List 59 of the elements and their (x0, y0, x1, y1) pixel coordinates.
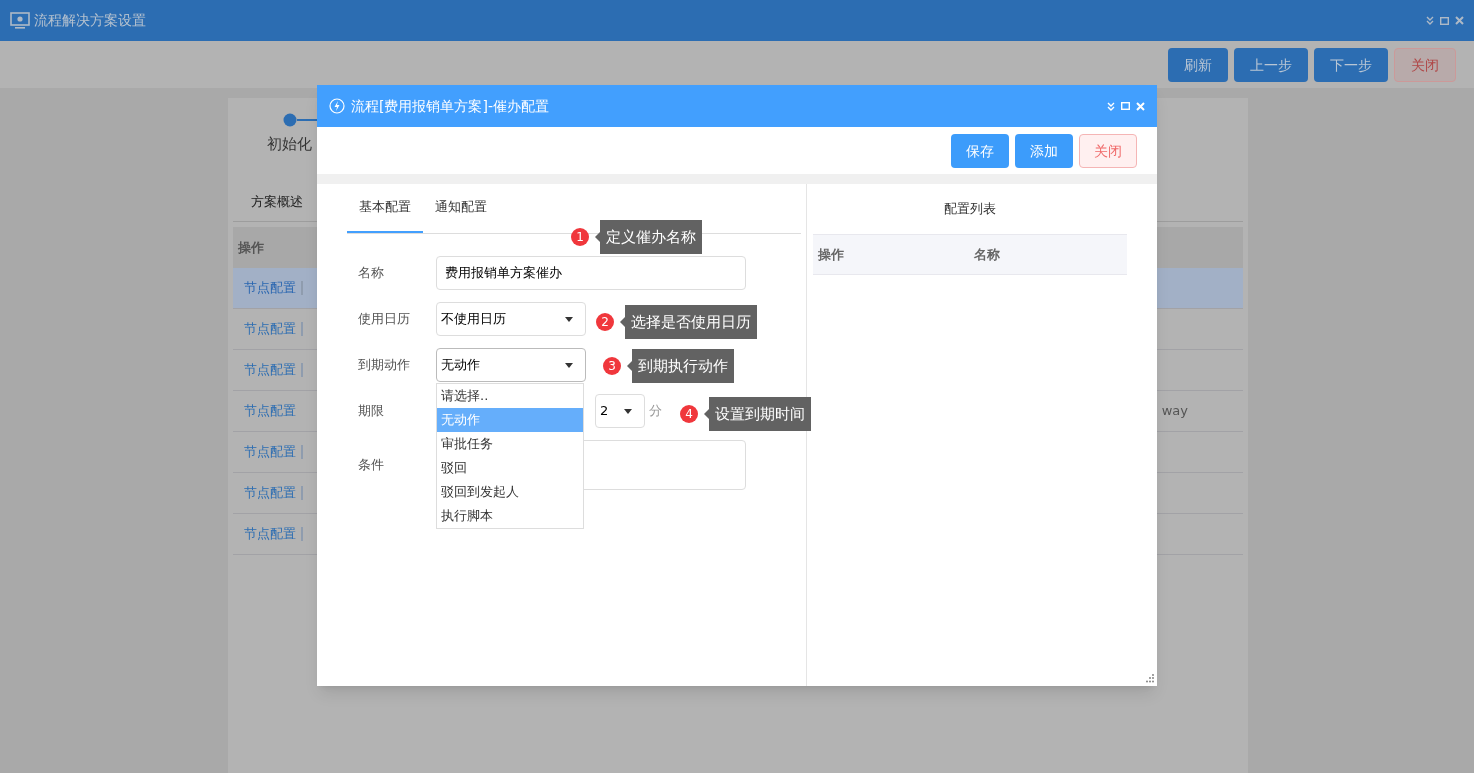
node-config-link[interactable]: 节点配置 (244, 483, 296, 503)
dropdown-option[interactable]: 请选择.. (437, 384, 583, 408)
node-config-link[interactable]: 节点配置 (244, 319, 296, 339)
step-connector (297, 119, 317, 121)
node-config-link[interactable]: 节点配置 (244, 524, 296, 544)
toolbar-button[interactable]: 下一步 (1314, 47, 1388, 82)
tooltip: 定义催办名称 (595, 220, 702, 254)
lightning-icon (329, 98, 345, 114)
dropdown-option[interactable]: 执行脚本 (437, 504, 583, 528)
tooltip: 到期执行动作 (627, 349, 734, 383)
column-header: 操作 (817, 245, 845, 264)
toolbar-button[interactable]: 关闭 (1394, 47, 1456, 82)
caret-icon (565, 362, 573, 368)
window-title: 流程解决方案设置 (34, 11, 146, 30)
step-number-badge: 4 (680, 405, 698, 423)
field-label: 条件 (357, 456, 385, 475)
node-config-link[interactable]: 节点配置 (244, 360, 296, 380)
step-number-badge: 2 (596, 313, 614, 331)
toolbar-button[interactable]: 刷新 (1168, 47, 1228, 82)
tab[interactable]: 基本配置 (347, 183, 423, 233)
close-icon[interactable] (1455, 16, 1464, 25)
select-field[interactable]: 无动作 (436, 348, 586, 382)
dropdown-option[interactable]: 驳回 (437, 456, 583, 480)
step-label: 初始化 (267, 134, 312, 155)
resize-grip-icon[interactable] (1145, 674, 1154, 683)
toolbar-button[interactable]: 上一步 (1234, 47, 1308, 82)
step-number-badge: 1 (571, 228, 589, 246)
node-config-link[interactable]: 节点配置 (244, 442, 296, 462)
name-field[interactable]: 费用报销单方案催办 (436, 256, 746, 290)
caret-icon (565, 316, 573, 322)
column-header: 名称 (974, 245, 1000, 264)
dropdown-option[interactable]: 驳回到发起人 (437, 480, 583, 504)
unit-label: 分 (649, 402, 662, 421)
node-config-link[interactable]: 节点配置 (244, 401, 296, 421)
select-field[interactable]: 2 (595, 394, 645, 428)
panel-title: 配置列表 (944, 200, 996, 219)
field-label: 到期动作 (357, 356, 411, 375)
field-label: 名称 (357, 264, 385, 283)
dropdown-option[interactable]: 无动作 (437, 408, 583, 432)
maximize-icon[interactable] (1440, 16, 1449, 25)
column-header: 操作 (238, 238, 264, 257)
dialog-title: 流程[费用报销单方案]-催办配置 (351, 96, 549, 116)
dialog-button[interactable]: 保存 (951, 133, 1009, 168)
dropdown-option[interactable]: 审批任务 (437, 432, 583, 456)
monitor-settings-icon (10, 11, 30, 30)
dialog-button[interactable]: 添加 (1015, 133, 1073, 168)
field-label: 使用日历 (357, 310, 411, 329)
tab[interactable]: 通知配置 (423, 183, 499, 233)
node-config-link[interactable]: 节点配置 (244, 278, 296, 298)
tooltip: 设置到期时间 (704, 397, 811, 431)
tooltip: 选择是否使用日历 (620, 305, 757, 339)
field-label: 期限 (357, 402, 385, 421)
select-field[interactable]: 不使用日历 (436, 302, 586, 336)
caret-icon (624, 408, 632, 414)
table-cell-text: way (1161, 402, 1188, 421)
step-number-badge: 3 (603, 357, 621, 375)
tab[interactable]: 方案概述 (251, 191, 303, 221)
dialog-button[interactable]: 关闭 (1079, 133, 1137, 168)
collapse-icon[interactable] (1426, 16, 1434, 25)
